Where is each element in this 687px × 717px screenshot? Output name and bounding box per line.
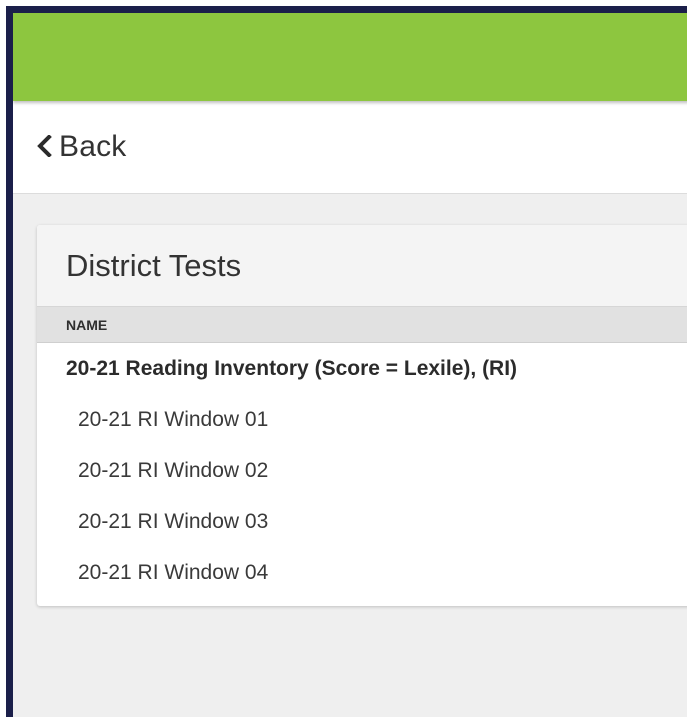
- back-button[interactable]: Back: [37, 130, 127, 164]
- app-frame: Back District Tests NAME 20-21 Reading I…: [6, 6, 687, 717]
- tests-list: 20-21 Reading Inventory (Score = Lexile)…: [37, 343, 687, 606]
- test-window-row[interactable]: 20-21 RI Window 01: [37, 394, 687, 445]
- test-window-row[interactable]: 20-21 RI Window 03: [37, 496, 687, 547]
- test-window-row[interactable]: 20-21 RI Window 04: [37, 547, 687, 598]
- back-label: Back: [59, 130, 127, 163]
- card-title: District Tests: [37, 225, 687, 306]
- chevron-left-icon: [37, 133, 59, 162]
- test-window-row[interactable]: 20-21 RI Window 02: [37, 445, 687, 496]
- column-header-name: NAME: [37, 306, 687, 343]
- app-header-bar: [13, 13, 687, 101]
- back-bar: Back: [13, 101, 687, 194]
- test-group-row: 20-21 Reading Inventory (Score = Lexile)…: [66, 356, 518, 380]
- district-tests-card: District Tests NAME 20-21 Reading Invent…: [37, 225, 687, 606]
